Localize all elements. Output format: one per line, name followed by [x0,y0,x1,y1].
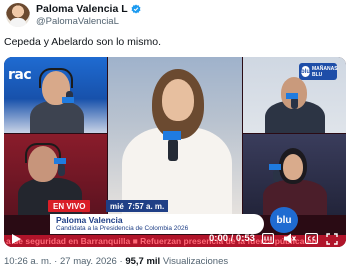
video-time: 0:00 / 0:53 [209,233,255,244]
author-name-row[interactable]: Paloma Valencia L [36,3,141,15]
video-controls: 0:00 / 0:53 [4,230,346,247]
views-count: 95,7 mil [125,256,161,267]
microphone-icon [168,139,178,161]
video-tile-host-right: blu MAÑANAS BLU [243,57,346,133]
show-badge: blu MAÑANAS BLU [299,63,338,80]
video-player[interactable]: rac blu MAÑANAS BLU EN VIVO mié 7:57 a. … [4,57,346,247]
author-name[interactable]: Paloma Valencia L [36,3,128,15]
volume-icon[interactable] [283,232,296,245]
video-tile-host-bottom-right [243,134,346,215]
play-icon [12,233,21,244]
tweet-text: Cepeda y Abelardo son lo mismo. [4,36,162,48]
video-tile-host-left: rac [4,57,107,133]
author-handle[interactable]: @PalomaValenciaL [36,16,119,27]
live-badge: EN VIVO [48,200,91,212]
meta-separator: · [54,256,58,267]
captions-icon[interactable] [305,233,318,244]
views-label: Visualizaciones [162,256,229,267]
broadcast-time: 7:57 a. m. [127,201,165,211]
fullscreen-icon[interactable] [326,233,338,245]
host-face [283,154,303,180]
mic-flag [54,158,66,164]
station-logo: rac [8,67,32,83]
show-badge-label: MAÑANAS BLU [312,65,338,78]
play-button[interactable] [10,233,22,245]
microphone-icon [273,170,280,182]
broadcast-clock: mié 7:57 a. m. [106,200,169,212]
verified-badge-icon [131,4,141,14]
show-badge-mark: blu [301,66,310,77]
video-tile-guest [108,57,242,215]
tweet-meta: 10:26 a. m. · 27 may. 2026 · 95,7 mil Vi… [4,256,228,268]
host-body [263,180,327,215]
mic-flag [269,164,281,170]
tweet-time[interactable]: 10:26 a. m. [4,256,52,267]
guest-name: Paloma Valencia [56,215,123,225]
tweet-header: Paloma Valencia L @PalomaValenciaL [4,3,346,31]
broadcast-day: mié [110,201,124,211]
tweet-date[interactable]: 27 may. 2026 [60,256,117,267]
headphones-icon [39,68,73,88]
gif-icon[interactable] [262,233,274,244]
mic-flag [163,131,181,140]
guest-face [162,79,194,121]
meta-separator: · [119,256,123,267]
host-body [30,101,84,133]
mic-flag [62,97,74,103]
microphone-icon [58,164,65,176]
mic-flag [286,93,298,99]
avatar[interactable] [6,3,30,27]
